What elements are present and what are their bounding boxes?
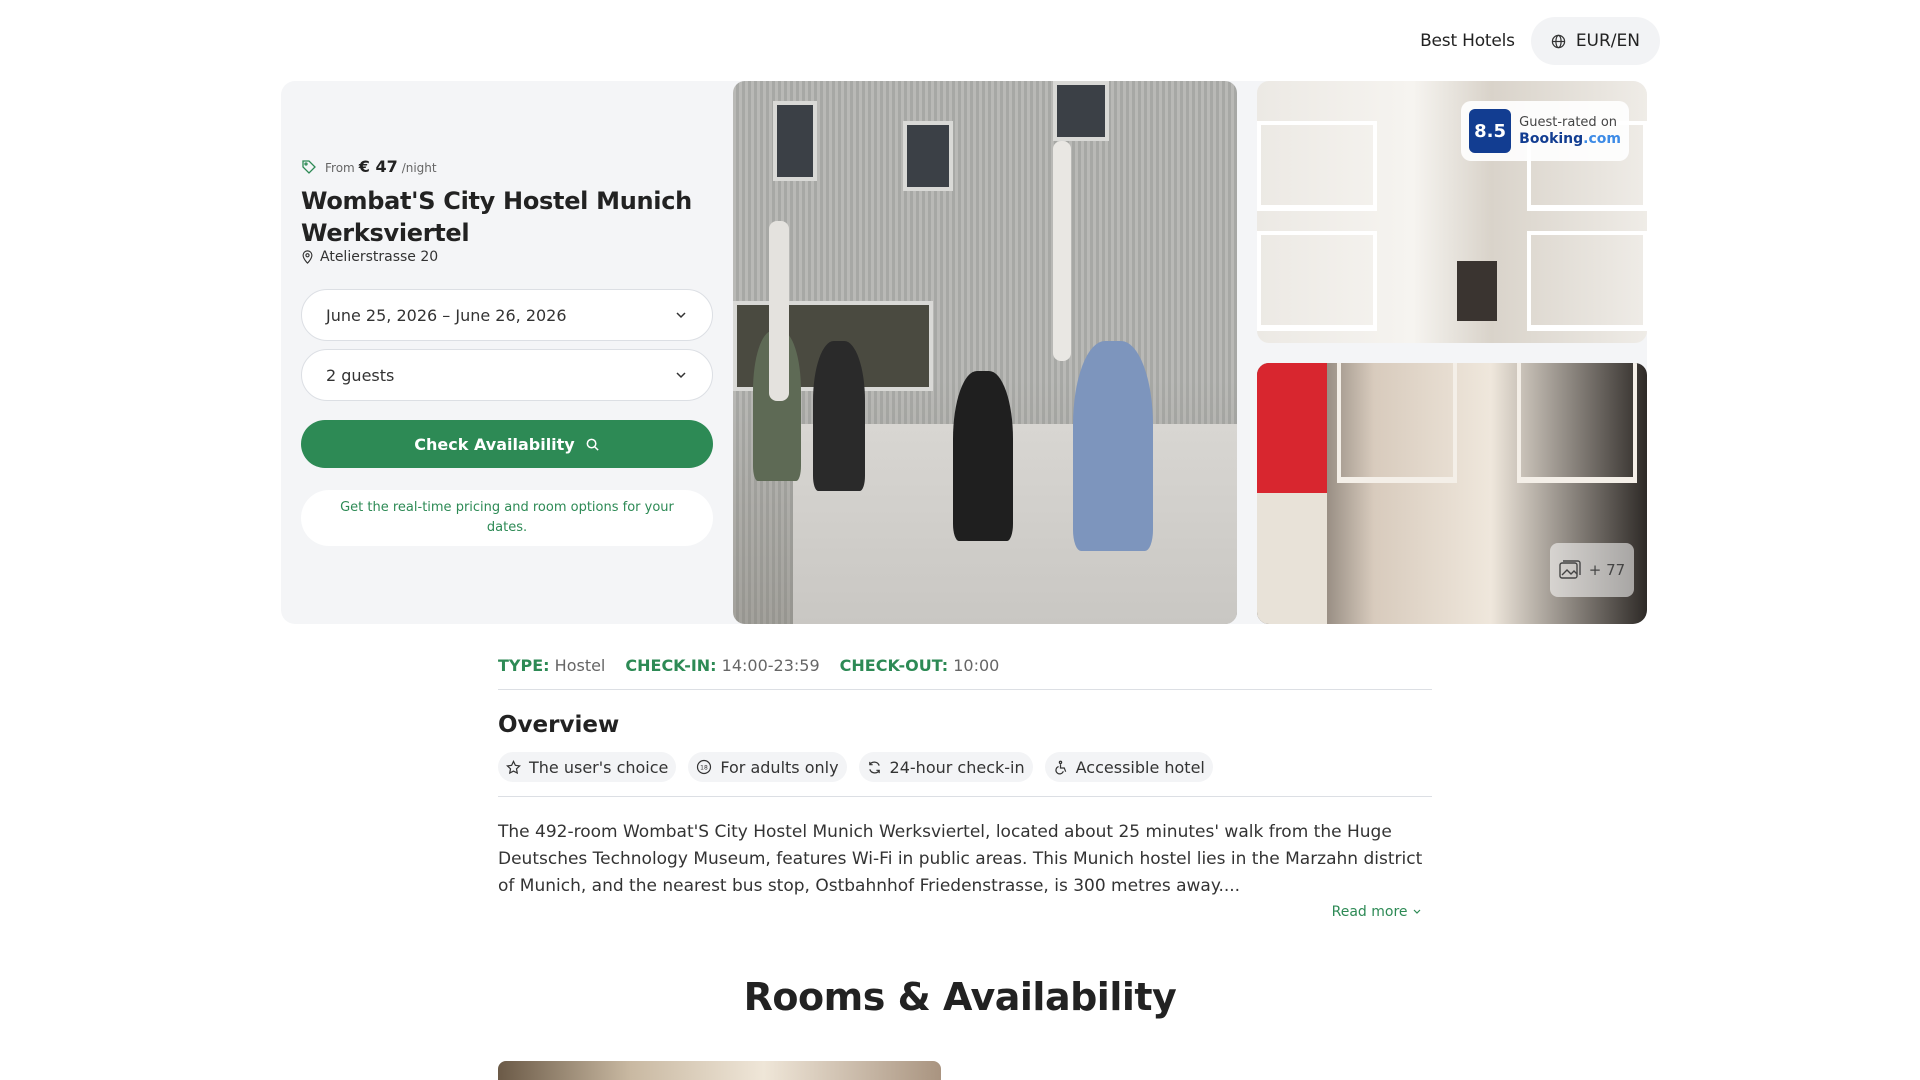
check-availability-label: Check Availability [414, 434, 575, 454]
photo-umbrella [769, 221, 789, 401]
photo-person [1073, 341, 1153, 551]
rating-label: Guest-rated on [1519, 115, 1618, 130]
feature-chips: The user's choice 18 For adults only 24-… [498, 752, 1432, 797]
chevron-down-icon [676, 372, 686, 379]
svg-text:18: 18 [701, 765, 709, 772]
photo-umbrella [1053, 141, 1071, 361]
booking-rating-badge: 8.5 Guest-rated on Booking.com [1461, 101, 1629, 161]
adults-only-icon: 18 [697, 759, 712, 775]
more-photos-button[interactable]: + 77 [1550, 543, 1634, 597]
photo-window [903, 121, 953, 191]
type-value: Hostel [554, 656, 606, 675]
hotel-facts: TYPE: Hostel CHECK-IN: 14:00-23:59 CHECK… [498, 640, 1432, 690]
checkout-value: 10:00 [953, 656, 1000, 675]
hotel-details: TYPE: Hostel CHECK-IN: 14:00-23:59 CHECK… [498, 640, 1432, 920]
refresh-icon [868, 760, 880, 774]
chip-label: Accessible hotel [1075, 757, 1205, 777]
photo-person [1257, 493, 1327, 624]
search-icon [586, 438, 599, 451]
gallery-icon [1559, 560, 1581, 579]
rooms-availability-title: Rooms & Availability [743, 975, 1177, 1019]
currency-language-label: EUR/EN [1575, 31, 1640, 51]
chip-adults-only: 18 For adults only [688, 752, 847, 782]
chip-label: The user's choice [529, 757, 669, 777]
overview-title: Overview [498, 712, 620, 738]
more-photos-count: + 77 [1588, 561, 1626, 579]
currency-language-button[interactable]: EUR/EN [1530, 17, 1660, 65]
checkout-label: CHECK-OUT: [839, 656, 949, 675]
chip-label: 24-hour check-in [889, 757, 1025, 777]
location-pin-icon [302, 250, 313, 264]
read-more-label: Read more [1331, 904, 1408, 920]
guests-select[interactable]: 2 guests [301, 349, 713, 401]
price-prefix: From [325, 161, 355, 175]
best-hotels-link[interactable]: Best Hotels [1420, 31, 1515, 51]
photo-bunk [1337, 363, 1457, 483]
fact-type: TYPE: Hostel [498, 656, 605, 689]
fact-checkin: CHECK-IN: 14:00-23:59 [625, 656, 819, 689]
read-more-link[interactable]: Read more [498, 904, 1432, 920]
date-range-value: June 25, 2026 – June 26, 2026 [326, 305, 567, 325]
photo-window [1053, 81, 1109, 141]
hotel-address: Atelierstrasse 20 [301, 249, 438, 265]
price-unit: /night [401, 161, 437, 175]
chip-accessible: Accessible hotel [1044, 752, 1213, 782]
address-text: Atelierstrasse 20 [320, 249, 439, 265]
photo-bunk [1517, 363, 1637, 483]
chevron-down-icon [676, 312, 686, 319]
booking-logo: Booking.com [1519, 131, 1621, 147]
chip-users-choice: The user's choice [498, 752, 677, 782]
photo-person [1257, 363, 1327, 493]
chip-24h-checkin: 24-hour check-in [858, 752, 1033, 782]
price-amount: € 47 [358, 157, 398, 176]
price-tag-icon [302, 159, 316, 174]
chevron-down-icon [1413, 909, 1421, 914]
hotel-description: The 492-room Wombat'S City Hostel Munich… [498, 822, 1423, 896]
star-icon [506, 759, 521, 774]
hotel-main-photo[interactable] [733, 81, 1237, 624]
top-bar: Best Hotels EUR/EN [1420, 17, 1660, 65]
type-label: TYPE: [498, 656, 550, 675]
guests-value: 2 guests [326, 365, 395, 385]
hotel-name: Wombat'S City Hostel Munich Werksviertel [301, 187, 692, 247]
check-availability-button[interactable]: Check Availability [301, 420, 713, 468]
price-line: From € 47 /night [301, 157, 437, 176]
photo-bunk [1527, 231, 1647, 331]
photo-person [953, 371, 1013, 541]
chip-label: For adults only [720, 757, 839, 777]
photo-bunk [1257, 121, 1377, 211]
date-range-select[interactable]: June 25, 2026 – June 26, 2026 [301, 289, 713, 341]
photo-bunk [1257, 231, 1377, 331]
rating-score: 8.5 [1469, 109, 1512, 153]
booking-panel: From € 47 /night Wombat'S City Hostel Mu… [301, 81, 713, 624]
checkin-label: CHECK-IN: [625, 656, 717, 675]
photo-window [773, 101, 817, 181]
photo-stool [1457, 261, 1497, 321]
pricing-hint: Get the real-time pricing and room optio… [301, 490, 713, 546]
checkin-value: 14:00-23:59 [721, 656, 820, 675]
fact-checkout: CHECK-OUT: 10:00 [840, 656, 1000, 689]
globe-icon [1551, 34, 1566, 48]
hotel-hero: From € 47 /night Wombat'S City Hostel Mu… [281, 81, 1647, 624]
accessible-icon [1055, 760, 1066, 774]
photo-person [813, 341, 865, 491]
room-photo[interactable] [498, 1061, 941, 1080]
